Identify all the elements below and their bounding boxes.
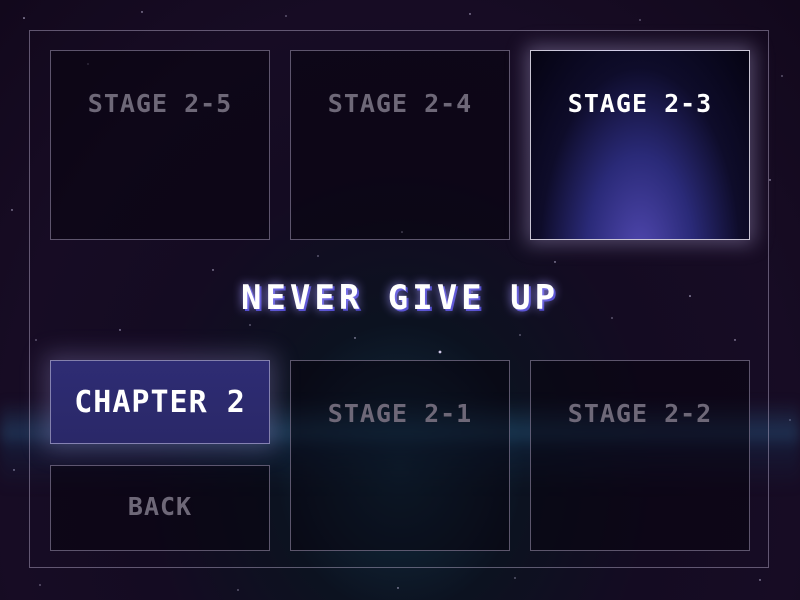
stage-label: STAGE 2-1 [327,399,473,428]
chapter-banner: CHAPTER 2 [50,360,270,444]
stage-label: STAGE 2-4 [327,89,473,118]
stage-label: STAGE 2-3 [567,89,713,118]
stage-tile-2-5[interactable]: STAGE 2-5 [50,50,270,240]
stage-label: STAGE 2-2 [567,399,713,428]
motto-text: NEVER GIVE UP [240,278,560,318]
chapter-label: CHAPTER 2 [74,384,246,420]
stage-tile-2-3[interactable]: STAGE 2-3 [530,50,750,240]
stage-tile-2-2[interactable]: STAGE 2-2 [530,360,750,551]
back-button[interactable]: BACK [50,465,270,551]
stage-label: STAGE 2-5 [87,89,233,118]
stage-tile-2-1[interactable]: STAGE 2-1 [290,360,510,551]
back-label: BACK [127,492,193,521]
stage-tile-2-4[interactable]: STAGE 2-4 [290,50,510,240]
